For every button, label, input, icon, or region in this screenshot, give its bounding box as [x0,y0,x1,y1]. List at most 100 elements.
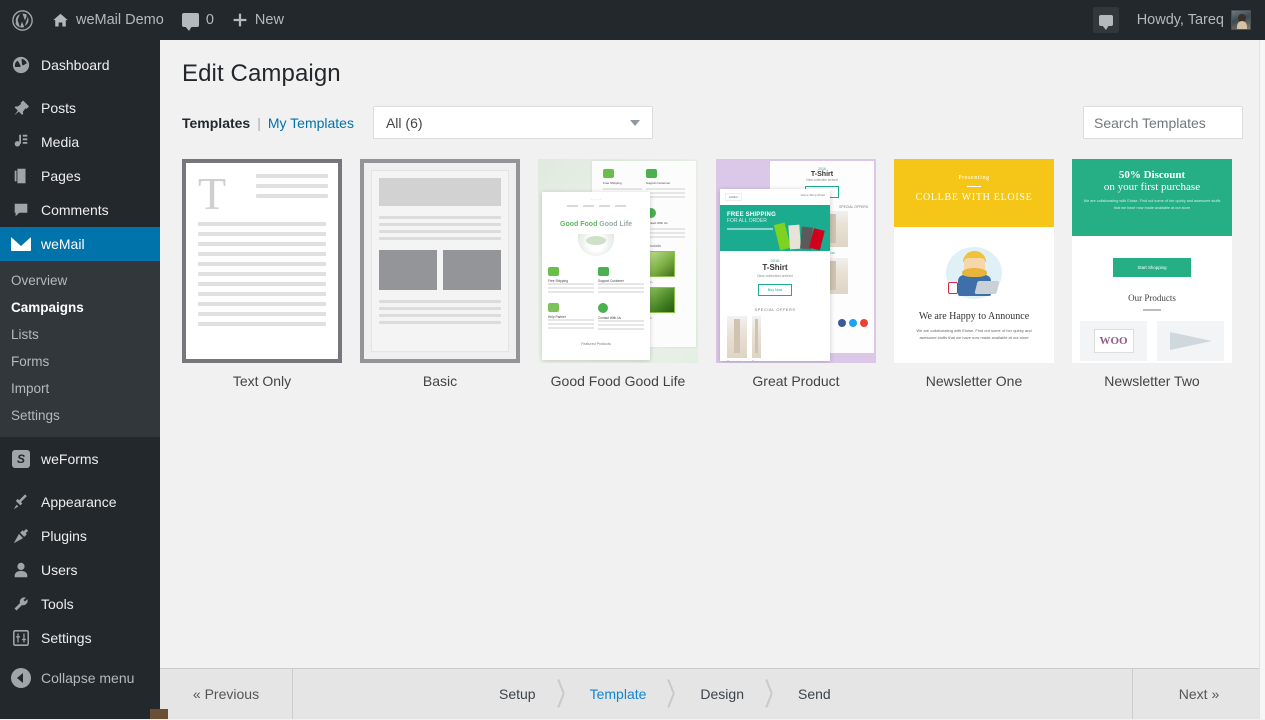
sidebar-subitem-forms[interactable]: Forms [0,348,160,375]
template-name: Great Product [716,363,876,389]
sidebar-item-comments[interactable]: Comments [0,193,160,227]
good-food-title-a: Good Food [560,221,599,228]
sidebar-item-weforms[interactable]: S weForms [0,442,160,476]
pages-icon [11,166,31,186]
template-name: Basic [360,363,520,389]
envelope-icon [11,234,31,254]
notification-bubble-icon [1093,7,1119,33]
template-card-newsletter-one[interactable]: Presenting COLLBE WITH ELOISE We are Hap… [894,159,1054,389]
sidebar-item-appearance[interactable]: Appearance [0,485,160,519]
search-templates-input[interactable] [1083,106,1243,139]
sidebar-subitem-settings[interactable]: Settings [0,402,160,429]
sliders-icon [11,628,31,648]
sidebar-item-label: weForms [41,452,99,466]
template-card-text-only[interactable]: T Text Only [182,159,342,389]
template-card-basic[interactable]: Basic [360,159,520,389]
newsletter-one-subhead: We are Happy to Announce [894,305,1054,322]
sidebar-item-plugins[interactable]: Plugins [0,519,160,553]
next-button[interactable]: Next » [1132,669,1265,719]
collapse-menu-label: Collapse menu [41,670,134,686]
template-name: Newsletter Two [1072,363,1232,389]
filter-bar: Templates | My Templates All (6) [160,88,1265,139]
great-product-subtitle: New collection arrived [720,272,830,278]
sidebar-item-label: Media [41,135,79,149]
notifications-button[interactable] [1084,0,1128,40]
newsletter-two-button: Start Shopping [1113,258,1191,277]
sidebar-subitem-import[interactable]: Import [0,375,160,402]
sidebar-item-settings[interactable]: Settings [0,621,160,655]
template-card-good-food[interactable]: Free Shipping Support Customer Contact W… [538,159,698,389]
comment-icon [11,200,31,220]
template-card-great-product[interactable]: 2016 T-Shirt New collection arrived Buy … [716,159,876,389]
main-content: Edit Campaign Templates | My Templates A… [160,40,1265,719]
site-name-button[interactable]: weMail Demo [43,0,173,40]
great-product-subtitle-back: New collection arrived [770,178,874,182]
admin-bar: weMail Demo 0 New Howdy, Tareq [0,0,1265,40]
template-filter-select[interactable]: All (6) [373,106,653,139]
admin-sidebar: Dashboard Posts Media Pages Commen [0,40,160,719]
sidebar-item-users[interactable]: Users [0,553,160,587]
plus-icon [232,12,248,28]
template-source-links: Templates | My Templates [182,115,354,131]
newsletter-two-preview: 50% Discount on your first purchase We a… [1072,159,1232,363]
sidebar-item-wemail[interactable]: weMail [0,227,160,261]
sidebar-item-posts[interactable]: Posts [0,91,160,125]
my-templates-tab[interactable]: My Templates [268,115,354,131]
sidebar-subitem-campaigns[interactable]: Campaigns [0,294,160,321]
pin-icon [11,98,31,118]
great-product-prod-1: Printed dress [727,358,747,361]
newsletter-one-headline: COLLBE WITH ELOISE [894,192,1054,203]
wordpress-logo-button[interactable] [0,0,43,40]
sidebar-divider [0,476,160,485]
template-name: Newsletter One [894,363,1054,389]
sidebar-subitem-overview[interactable]: Overview [0,267,160,294]
template-name: Good Food Good Life [538,363,698,389]
comments-button[interactable]: 0 [173,0,223,40]
great-product-item-back: T-Shirt [770,171,874,178]
sidebar-item-pages[interactable]: Pages [0,159,160,193]
chevron-down-icon [630,120,640,126]
templates-tab[interactable]: Templates [182,115,250,131]
newsletter-two-body: We are collaborating with Eloise. Find o… [1082,193,1222,212]
good-food-feature-4: Contact With Us [646,221,685,225]
sidebar-item-label: Tools [41,597,74,611]
collapse-arrow-icon [11,668,31,688]
new-content-button[interactable]: New [223,0,293,40]
previous-button[interactable]: « Previous [160,669,293,719]
shopping-bags-icon [780,215,826,249]
template-grid: T Text Only [160,139,1265,389]
sidebar-subitem-lists[interactable]: Lists [0,321,160,348]
sidebar-item-label: Posts [41,101,76,115]
chevron-right-icon [760,669,782,720]
home-icon [52,12,69,29]
sidebar-item-label: weMail [41,237,85,251]
step-setup[interactable]: Setup [483,686,552,702]
comment-bubble-icon [182,13,199,27]
wizard-steps: Setup Template Design Send [293,669,1132,719]
great-product-prod-2: Dress [752,358,761,361]
twitter-icon [849,319,857,327]
template-card-newsletter-two[interactable]: 50% Discount on your first purchase We a… [1072,159,1232,389]
sidebar-item-label: Comments [41,203,109,217]
sidebar-item-tools[interactable]: Tools [0,587,160,621]
plug-icon [11,526,31,546]
step-template[interactable]: Template [574,686,663,702]
user-icon [11,560,31,580]
account-menu[interactable]: Howdy, Tareq [1128,0,1265,40]
google-icon [860,319,868,327]
paintbrush-icon [11,492,31,512]
good-food-title-b: Good Life [599,221,632,228]
links-divider: | [257,115,261,131]
step-send[interactable]: Send [782,686,847,702]
collapse-menu-button[interactable]: Collapse menu [0,661,160,695]
great-product-offers: SPECIAL OFFERS [720,300,830,316]
wordpress-pennant-icon [1170,332,1212,350]
chevron-right-icon [662,669,684,720]
weforms-icon: S [11,449,31,469]
page-title: Edit Campaign [160,40,1265,88]
sidebar-item-dashboard[interactable]: Dashboard [0,48,160,82]
step-design[interactable]: Design [684,686,760,702]
wordpress-logo-icon [12,10,33,31]
great-product-button: Buy Now [758,284,792,296]
sidebar-item-media[interactable]: Media [0,125,160,159]
